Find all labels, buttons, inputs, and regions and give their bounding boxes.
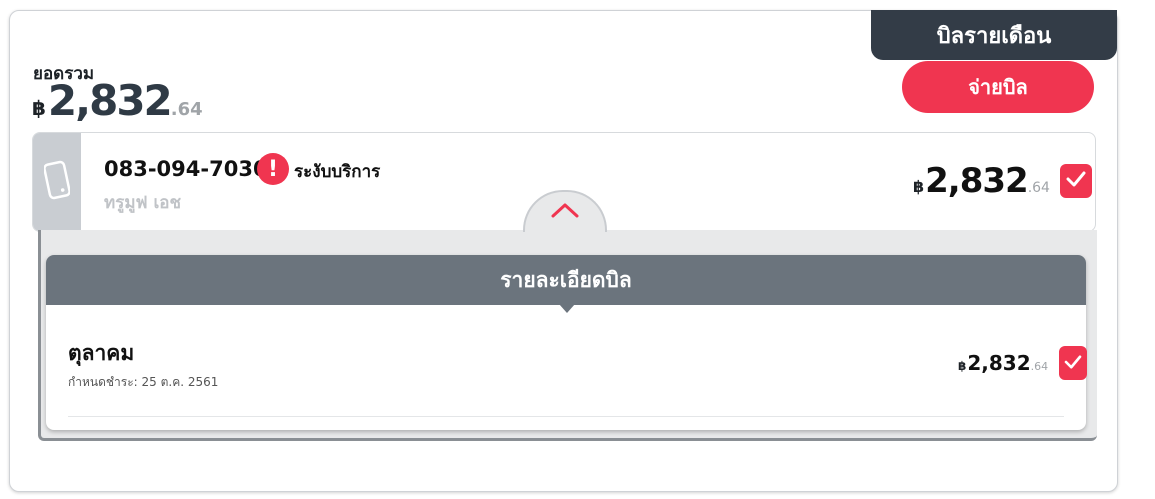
- pay-bill-button[interactable]: จ่ายบิล: [902, 61, 1094, 113]
- total-amount-main: 2,832: [47, 76, 173, 125]
- divider: [68, 416, 1064, 417]
- account-amount-main: 2,832: [925, 161, 1029, 201]
- total-amount-decimal: .64: [170, 99, 203, 120]
- currency-symbol: ฿: [958, 359, 967, 373]
- account-checkbox[interactable]: [1060, 164, 1092, 198]
- account-icon-strip: [33, 133, 81, 231]
- currency-symbol: ฿: [32, 96, 46, 120]
- checkmark-icon: [1064, 354, 1082, 373]
- plan-name: ทรูมูฟ เอช: [104, 193, 182, 213]
- bill-due-date: กำหนดชำระ: 25 ต.ค. 2561: [68, 375, 219, 389]
- currency-symbol: ฿: [913, 177, 925, 196]
- bill-details-panel: รายละเอียดบิล ตุลาคม กำหนดชำระ: 25 ต.ค. …: [46, 255, 1086, 430]
- phone-number: 083-094-7030: [104, 157, 268, 181]
- details-header-caret: [559, 304, 575, 313]
- bill-month: ตุลาคม: [68, 341, 135, 365]
- bill-checkbox[interactable]: [1059, 346, 1087, 380]
- bill-details-header: รายละเอียดบิล: [46, 255, 1086, 305]
- chevron-up-icon: [550, 202, 580, 222]
- checkmark-icon: [1066, 171, 1086, 191]
- account-amount: ฿ 2,832 .64: [913, 161, 1050, 201]
- monthly-bill-tab[interactable]: บิลรายเดือน: [871, 10, 1117, 60]
- bill-amount: ฿ 2,832 .64: [958, 351, 1048, 375]
- bill-amount-decimal: .64: [1030, 360, 1049, 373]
- service-status: ระงับบริการ: [294, 162, 381, 182]
- total-amount: ฿ 2,832 .64: [32, 76, 203, 125]
- mobile-phone-icon: [43, 160, 71, 204]
- exclamation-icon: !: [257, 153, 289, 185]
- bill-amount-main: 2,832: [967, 351, 1031, 375]
- account-amount-decimal: .64: [1027, 180, 1050, 196]
